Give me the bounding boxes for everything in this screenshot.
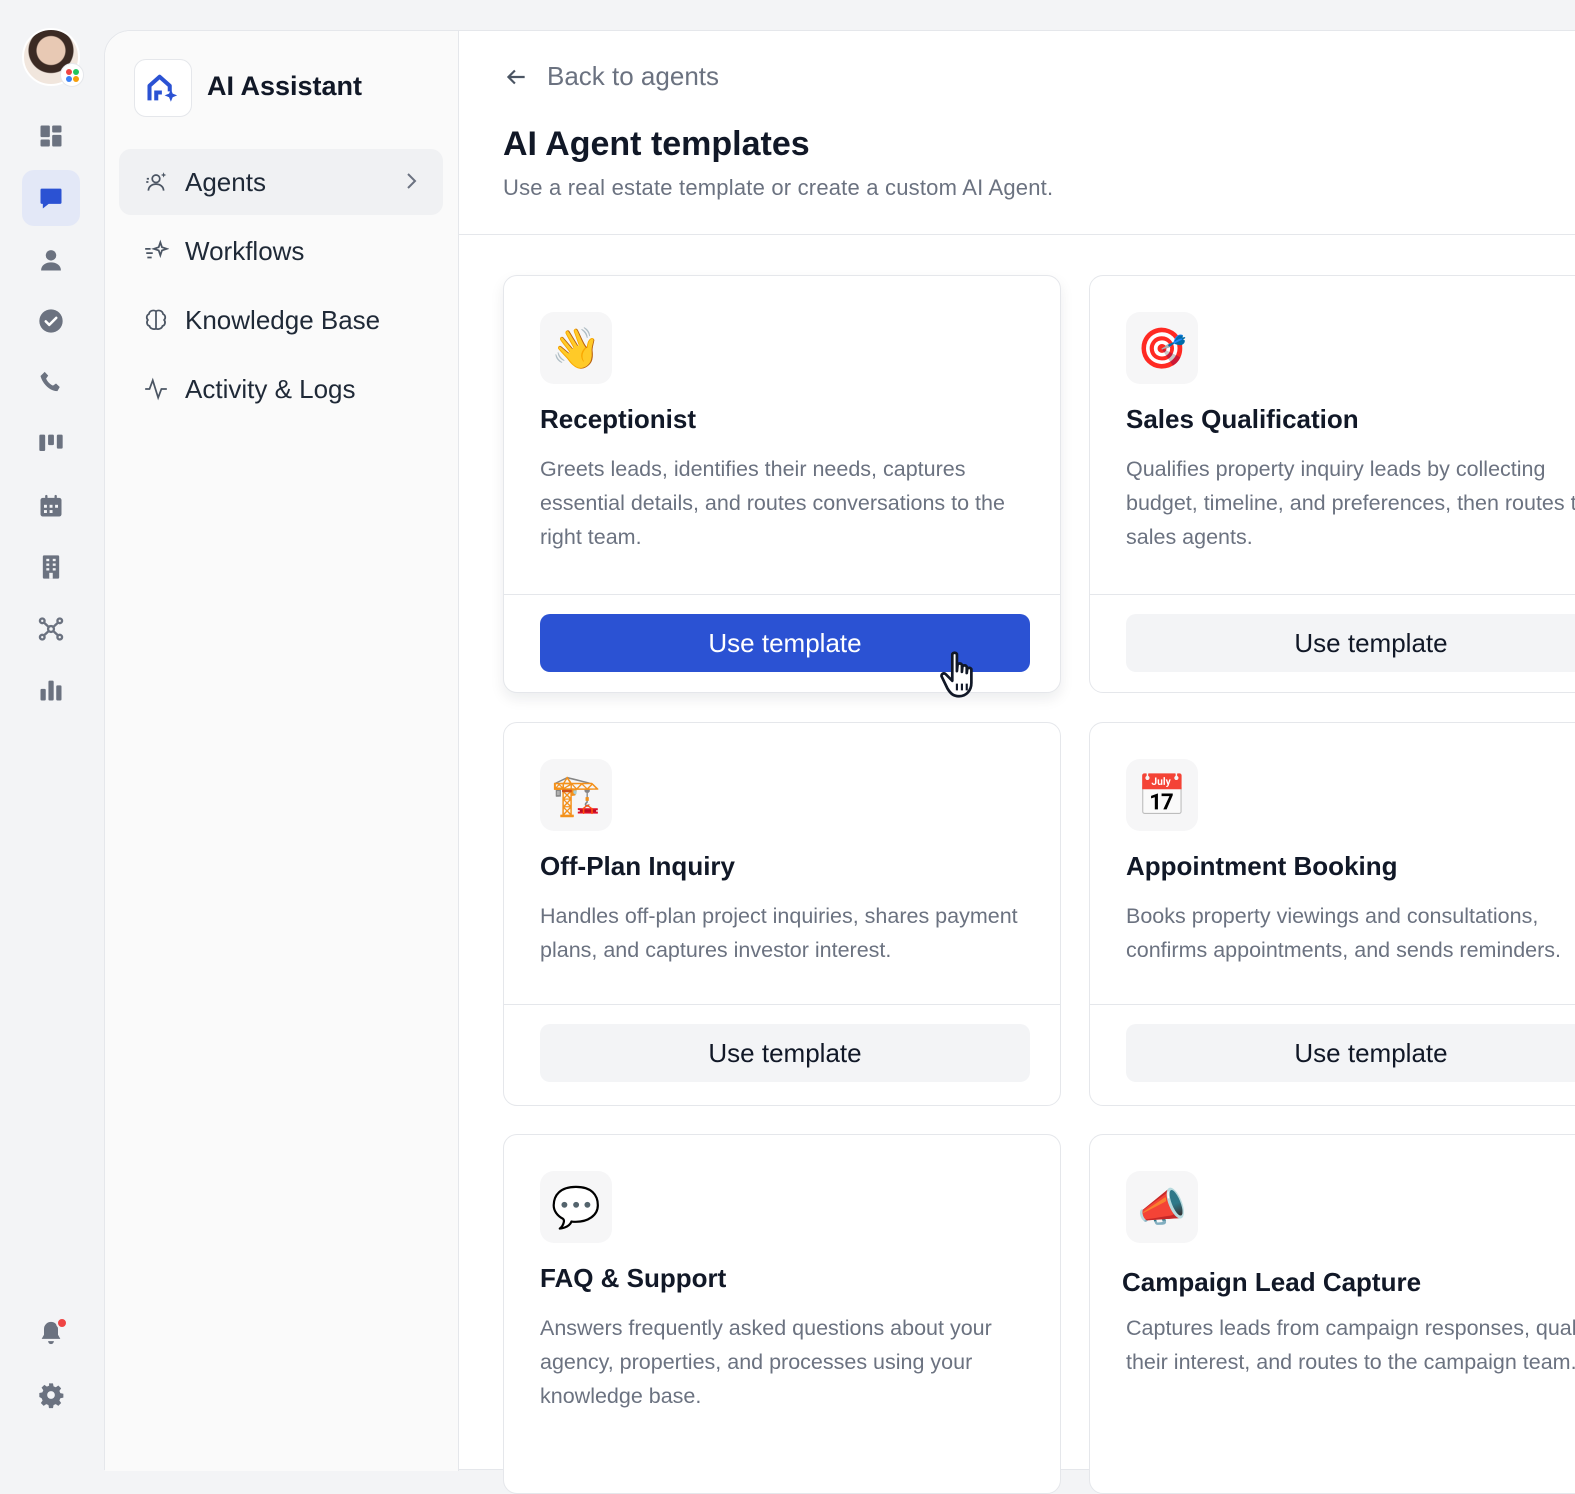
agents-icon <box>146 172 167 191</box>
arrow-left-icon <box>506 69 525 84</box>
card-title: Campaign Lead Capture <box>1122 1267 1422 1297</box>
template-card-appointment-booking: 📅 Appointment Booking Books property vie… <box>1089 722 1575 1106</box>
calendar-emoji-icon: 📅 <box>1126 759 1198 831</box>
settings-icon[interactable] <box>22 1367 80 1423</box>
waving-hand-icon: 👋 <box>540 312 612 384</box>
card-description: Captures leads from campaign responses, … <box>1126 1316 1575 1374</box>
card-divider <box>504 594 1060 595</box>
sidebar-item-label: Activity & Logs <box>185 373 356 404</box>
brain-icon <box>145 309 167 330</box>
megaphone-icon: 📣 <box>1126 1171 1198 1243</box>
target-icon: 🎯 <box>1126 312 1198 384</box>
back-label: Back to agents <box>547 61 719 91</box>
use-template-button[interactable]: Use template <box>540 1024 1030 1082</box>
use-template-button[interactable]: Use template <box>1126 614 1575 672</box>
page-title: AI Agent templates <box>503 125 810 163</box>
card-title: Sales Qualification <box>1126 404 1359 434</box>
building-icon[interactable] <box>22 539 80 595</box>
dashboard-icon[interactable] <box>22 108 80 164</box>
card-title: FAQ & Support <box>540 1263 727 1293</box>
use-template-button[interactable]: Use template <box>1126 1024 1575 1082</box>
card-title: Receptionist <box>540 404 697 434</box>
sidebar-item-label: Knowledge Base <box>185 304 381 335</box>
template-card-faq-support: 💬 FAQ & Support Answers frequently asked… <box>503 1134 1061 1494</box>
chat-icon[interactable] <box>22 170 80 226</box>
sidebar-item-knowledge-base[interactable]: Knowledge Base <box>119 287 443 353</box>
workspace-badge-icon <box>60 63 84 87</box>
main-content: Back to agents AI Agent templates Use a … <box>459 31 1575 1494</box>
card-description: Greets leads, identifies their needs, ca… <box>540 457 1005 549</box>
sidebar-item-workflows[interactable]: Workflows <box>119 218 443 284</box>
contacts-icon[interactable] <box>22 232 80 288</box>
card-divider <box>504 1004 1060 1005</box>
app-rail <box>0 0 104 1452</box>
template-card-receptionist: 👋 Receptionist Greets leads, identifies … <box>503 275 1061 693</box>
card-divider <box>1090 594 1575 595</box>
construction-crane-icon: 🏗️ <box>540 759 612 831</box>
tasks-icon[interactable] <box>22 293 80 349</box>
hand-pointer-cursor-icon <box>940 651 973 698</box>
ai-assistant-logo-icon <box>134 59 192 117</box>
header-divider <box>459 234 1575 235</box>
phone-icon[interactable] <box>22 355 80 411</box>
speech-bubble-icon: 💬 <box>540 1171 612 1243</box>
activity-icon <box>145 377 167 401</box>
sidebar: AI Assistant Agents Workflows Knowledge … <box>105 31 459 1471</box>
integrations-icon[interactable] <box>22 601 80 657</box>
app-title: AI Assistant <box>207 71 363 101</box>
card-description: Answers frequently asked questions about… <box>540 1316 992 1408</box>
card-description: Qualifies property inquiry leads by coll… <box>1126 457 1575 549</box>
bell-icon[interactable] <box>22 1305 80 1361</box>
reports-icon[interactable] <box>22 662 80 718</box>
chevron-right-icon <box>407 173 417 189</box>
template-card-sales-qualification: 🎯 Sales Qualification Qualifies property… <box>1089 275 1575 693</box>
sidebar-item-label: Agents <box>185 166 266 197</box>
sidebar-item-agents[interactable]: Agents <box>119 149 443 215</box>
calendar-icon[interactable] <box>22 478 80 534</box>
card-title: Off-Plan Inquiry <box>540 851 735 881</box>
app-shell: AI Assistant Agents Workflows Knowledge … <box>104 30 1575 1494</box>
back-link[interactable]: Back to agents <box>503 61 719 92</box>
card-description: Handles off-plan project inquiries, shar… <box>540 904 1018 962</box>
card-description: Books property viewings and consultation… <box>1126 904 1561 962</box>
card-title: Appointment Booking <box>1126 851 1398 881</box>
notification-dot <box>56 1317 68 1329</box>
template-card-off-plan-inquiry: 🏗️ Off-Plan Inquiry Handles off-plan pro… <box>503 722 1061 1106</box>
sidebar-item-label: Workflows <box>185 235 305 266</box>
card-divider <box>1090 1004 1575 1005</box>
sidebar-item-activity-logs[interactable]: Activity & Logs <box>119 356 443 422</box>
template-card-campaign-lead-capture: 📣 Campaign Lead Capture Captures leads f… <box>1089 1134 1575 1494</box>
page-subtitle: Use a real estate template or create a c… <box>503 175 1054 200</box>
board-icon[interactable] <box>22 416 80 472</box>
workflows-icon <box>145 239 169 259</box>
